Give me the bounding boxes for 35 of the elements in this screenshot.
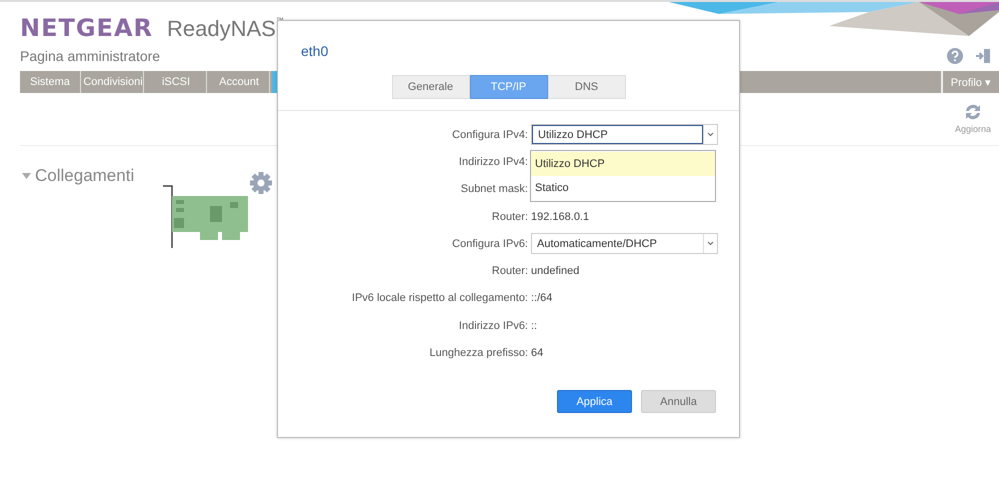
field-label: Lunghezza prefisso: (428, 347, 528, 360)
dropdown-option[interactable]: Utilizzo DHCP (531, 152, 715, 176)
field-label: Subnet mask: (460, 183, 528, 196)
apply-button[interactable]: Applica (557, 390, 632, 413)
field-label: Indirizzo IPv6: (458, 320, 528, 332)
field-value: ::/64 (531, 292, 554, 304)
field-label: Configura IPv6: (451, 238, 528, 250)
brand-logo: NETGEAR (20, 14, 153, 42)
select-field[interactable]: Utilizzo DHCP (531, 124, 718, 146)
field-value: 192.168.0.1 (531, 210, 590, 223)
page-subtitle: Pagina amministratore (20, 48, 160, 64)
collapse-icon[interactable] (22, 172, 31, 180)
dialog-tab[interactable]: Generale (392, 75, 470, 99)
dialog-tab[interactable]: TCP/IP (470, 75, 548, 99)
help-icon[interactable] (947, 48, 963, 64)
field-label: Indirizzo IPv4: (458, 156, 528, 168)
caret-icon (707, 241, 714, 246)
nav-tab[interactable]: Condivisioni (83, 71, 144, 93)
field-label: Router: (490, 265, 528, 278)
dropdown-option[interactable]: Statico (531, 176, 715, 200)
field-label: Configura IPv4: (451, 128, 528, 141)
field-value: 64 (531, 347, 544, 360)
settings-icon[interactable] (250, 172, 272, 194)
dialog-tab[interactable]: DNS (548, 75, 626, 99)
field-label: Router: (490, 210, 528, 223)
dialog-title: eth0 (300, 42, 330, 59)
cancel-button[interactable]: Annulla (641, 390, 716, 413)
logout-icon[interactable] (975, 48, 991, 64)
field-value: undefined (531, 265, 580, 278)
field-value: :: (531, 320, 538, 332)
refresh-label: Aggiorna (954, 124, 991, 134)
caret-icon (707, 132, 714, 138)
field-label: IPv6 locale rispetto al collegamento: (350, 292, 528, 304)
select-field[interactable]: Automaticamente/DHCP (531, 233, 718, 254)
section-title: Collegamenti (35, 166, 134, 186)
